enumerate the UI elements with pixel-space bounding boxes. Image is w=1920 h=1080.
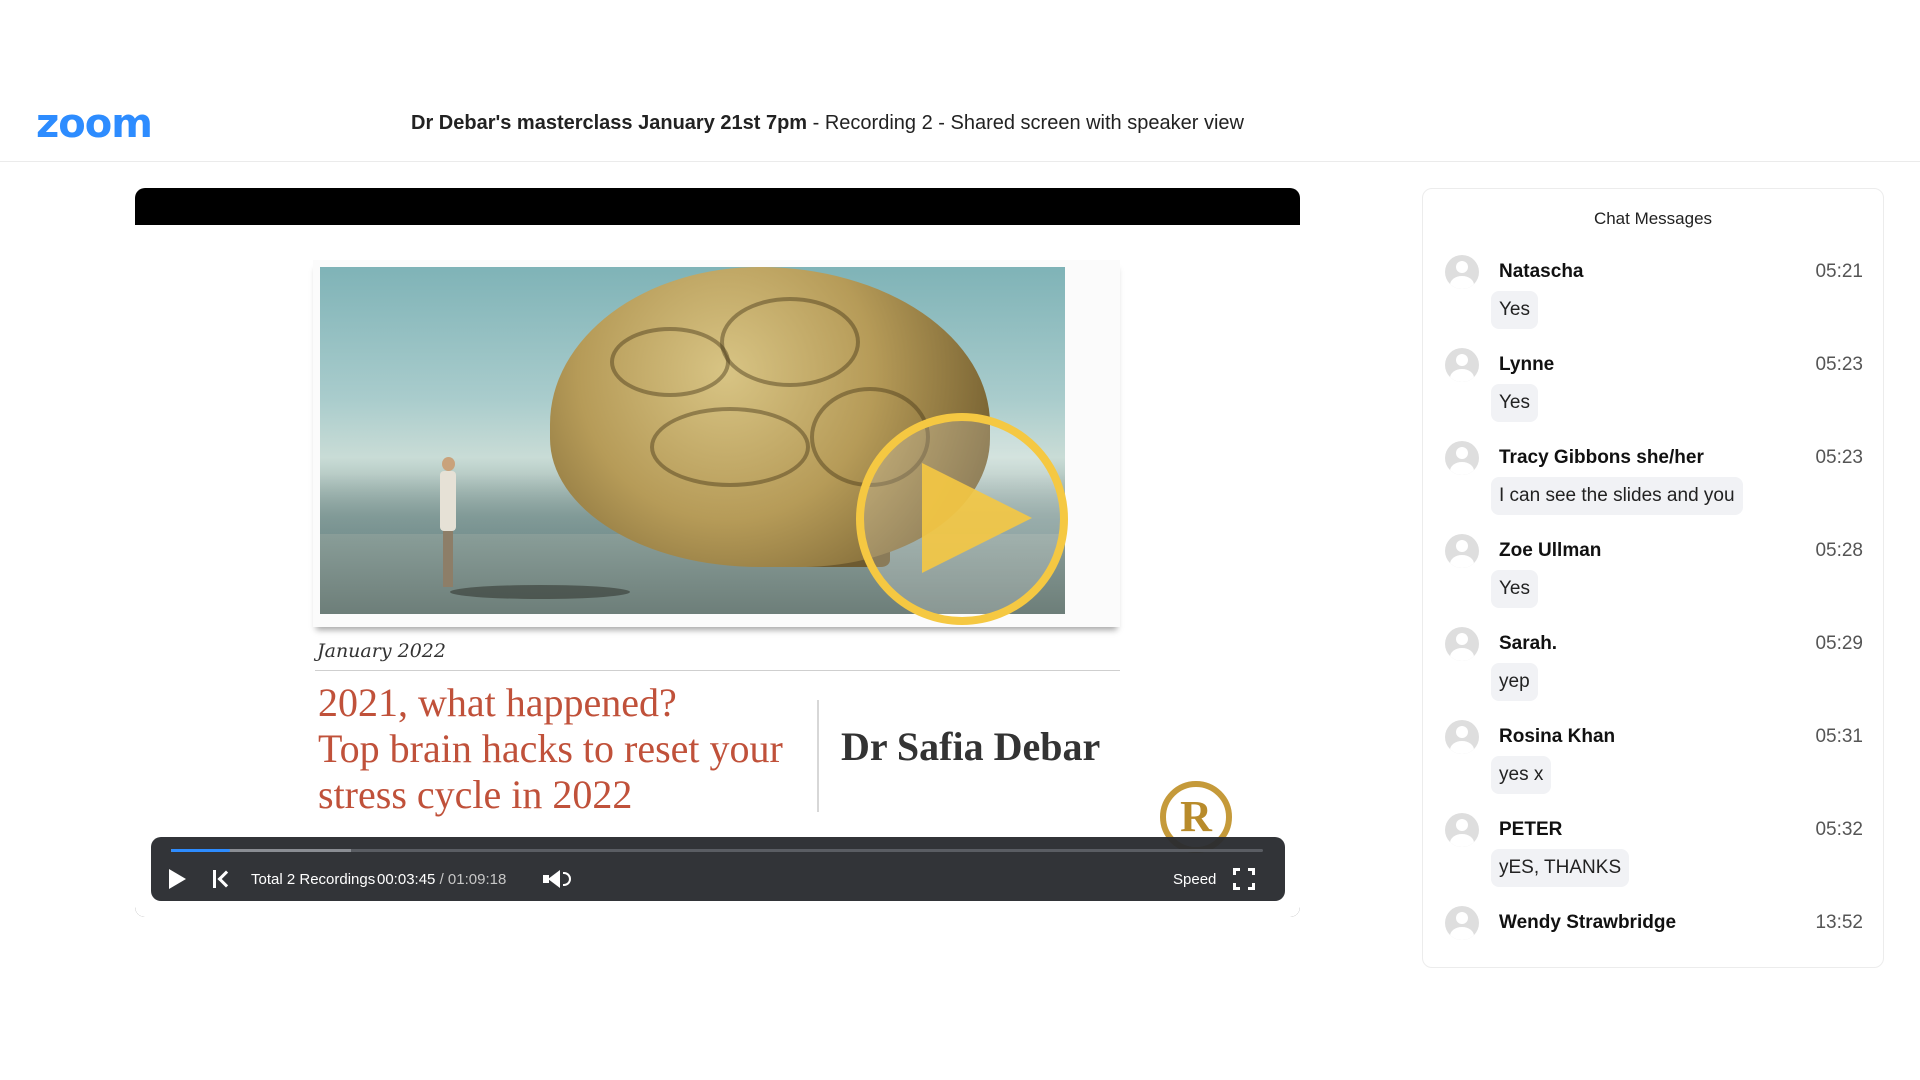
progress-fill bbox=[171, 849, 230, 852]
man-body bbox=[440, 471, 456, 531]
player-controls: Total 2 Recordings 00:03:45 / 01:09:18 S… bbox=[151, 837, 1285, 901]
chat-sender-name: Wendy Strawbridge bbox=[1499, 912, 1677, 933]
chat-message: Zoe Ullman 05:28 Yes bbox=[1423, 530, 1883, 623]
ground-shadow bbox=[450, 585, 630, 599]
avatar-icon bbox=[1445, 720, 1479, 754]
slide-presenter-name: Dr Safia Debar bbox=[841, 724, 1101, 769]
chat-message: Natascha 05:21 Yes bbox=[1423, 251, 1883, 344]
chat-panel[interactable]: Chat Messages Natascha 05:21 Yes Lynne 05:23… bbox=[1422, 188, 1884, 968]
shared-screen-slide: January 2022 2021, what happened? Top br… bbox=[135, 225, 1300, 917]
avatar-icon bbox=[1445, 255, 1479, 289]
chat-sender-name: Lynne bbox=[1499, 354, 1555, 375]
avatar-icon bbox=[1445, 627, 1479, 661]
chat-message: Rosina Khan 05:31 yes x bbox=[1423, 716, 1883, 809]
chat-sender-name: Sarah. bbox=[1499, 633, 1558, 654]
chat-timestamp: 05:31 bbox=[1815, 726, 1863, 747]
chat-timestamp: 05:29 bbox=[1815, 633, 1863, 654]
zoom-logo[interactable]: zoom bbox=[36, 104, 153, 144]
avatar-icon bbox=[1445, 441, 1479, 475]
chat-message: Lynne 05:23 Yes bbox=[1423, 344, 1883, 437]
time-separator: / bbox=[439, 870, 444, 888]
recording-title: Dr Debar's masterclass January 21st 7pm … bbox=[411, 110, 1244, 136]
slide-headline-line-2: Top brain hacks to reset your stress cyc… bbox=[318, 726, 783, 817]
chat-message: Sarah. 05:29 yep bbox=[1423, 623, 1883, 716]
chat-timestamp: 05:28 bbox=[1815, 540, 1863, 561]
chat-sender-name: Rosina Khan bbox=[1499, 726, 1616, 747]
brain-fold bbox=[650, 407, 810, 487]
chat-bubble: yep bbox=[1491, 663, 1538, 701]
man-legs bbox=[443, 531, 453, 587]
chat-bubble: Yes bbox=[1491, 570, 1538, 608]
recording-title-main: Dr Debar's masterclass January 21st 7pm bbox=[411, 112, 808, 134]
chat-sender-name: Tracy Gibbons she/her bbox=[1499, 447, 1704, 468]
total-recordings-button[interactable]: Total 2 Recordings bbox=[251, 867, 375, 891]
play-icon[interactable] bbox=[169, 867, 193, 891]
chat-timestamp: 05:23 bbox=[1815, 354, 1863, 375]
chat-timestamp: 05:21 bbox=[1815, 261, 1863, 282]
chat-bubble: I can see the slides and you bbox=[1491, 477, 1743, 515]
video-player[interactable]: January 2022 2021, what happened? Top br… bbox=[135, 188, 1300, 917]
speed-button[interactable]: Speed bbox=[1173, 867, 1216, 891]
fullscreen-icon[interactable] bbox=[1233, 868, 1255, 890]
volume-icon[interactable] bbox=[543, 867, 573, 891]
top-bar: zoom Dr Debar's masterclass January 21st… bbox=[0, 0, 1920, 162]
slide-vertical-divider bbox=[817, 700, 819, 812]
chat-bubble: Yes bbox=[1491, 291, 1538, 329]
chat-message: PETER 05:32 yES, THANKS bbox=[1423, 809, 1883, 902]
current-time: 00:03:45 bbox=[377, 870, 436, 888]
slide-headline: 2021, what happened? Top brain hacks to … bbox=[318, 680, 818, 818]
chat-sender-name: PETER bbox=[1499, 819, 1563, 840]
chat-sender-name: Zoe Ullman bbox=[1499, 540, 1602, 561]
brain-fold bbox=[720, 297, 860, 387]
chat-message: Tracy Gibbons she/her 05:23 I can see the … bbox=[1423, 437, 1883, 530]
slide-date: January 2022 bbox=[317, 640, 446, 662]
skip-back-icon[interactable] bbox=[213, 867, 237, 891]
chat-timestamp: 05:32 bbox=[1815, 819, 1863, 840]
avatar-icon bbox=[1445, 348, 1479, 382]
chat-timestamp: 05:23 bbox=[1815, 447, 1863, 468]
chat-sender-name: Natascha bbox=[1499, 261, 1584, 282]
chat-bubble: yES, THANKS bbox=[1491, 849, 1630, 887]
avatar-icon bbox=[1445, 906, 1479, 940]
chat-bubble: yes x bbox=[1491, 756, 1552, 794]
playback-time: 00:03:45 / 01:09:18 bbox=[377, 867, 506, 891]
man-head bbox=[442, 457, 455, 471]
big-play-icon[interactable] bbox=[856, 413, 1068, 625]
avatar-icon bbox=[1445, 534, 1479, 568]
duration: 01:09:18 bbox=[447, 870, 507, 888]
man-figure bbox=[440, 457, 456, 587]
brain-fold bbox=[610, 327, 730, 397]
chat-bubble: Yes bbox=[1491, 384, 1538, 422]
slide-headline-line-1: 2021, what happened? bbox=[318, 680, 677, 725]
slide-divider bbox=[315, 670, 1120, 671]
avatar-icon bbox=[1445, 813, 1479, 847]
chat-message: Wendy Strawbridge 13:52 bbox=[1423, 902, 1883, 995]
chat-timestamp: 13:52 bbox=[1815, 912, 1863, 933]
chat-title: Chat Messages bbox=[1593, 209, 1713, 228]
progress-bar[interactable] bbox=[171, 849, 1263, 852]
recording-title-detail: - Recording 2 - Shared screen with speak… bbox=[807, 112, 1244, 134]
